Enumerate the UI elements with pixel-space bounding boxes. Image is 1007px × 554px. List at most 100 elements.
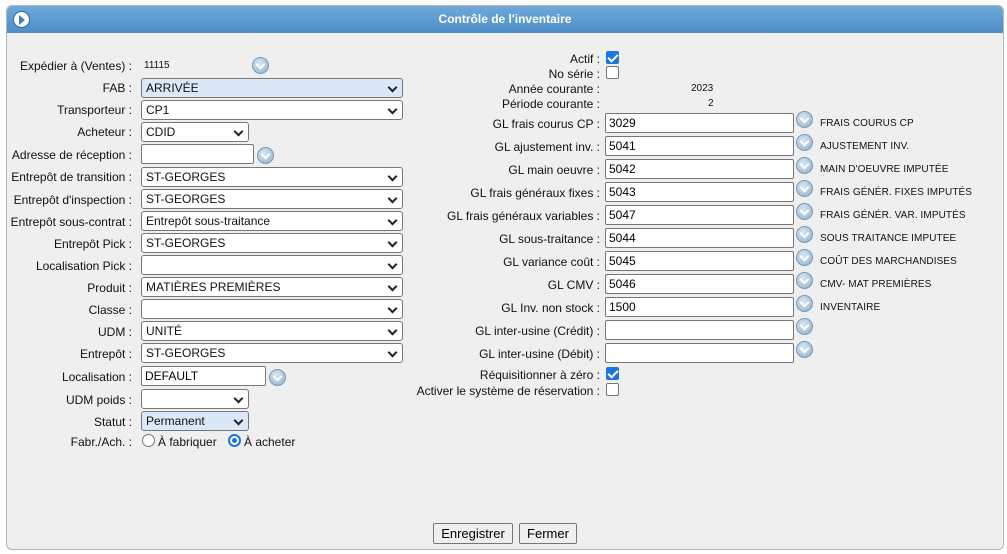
reservation-checkbox[interactable] [606, 383, 619, 396]
gl-label: GL main oeuvre : [508, 163, 600, 177]
entrepot-transition-label: Entrepôt de transition : [11, 170, 132, 184]
acheter-radio[interactable] [228, 434, 241, 447]
gl-inter-usine-credit-lookup-icon[interactable] [796, 318, 813, 335]
entrepot-pick-label: Entrepôt Pick : [53, 237, 132, 251]
gl-label: GL inter-usine (Crédit) : [475, 324, 600, 338]
gl-label: GL frais généraux variables : [447, 209, 600, 223]
localisation-lookup-icon[interactable] [269, 369, 286, 386]
entrepot-label: Entrepôt : [79, 347, 132, 361]
gl-label: GL CMV : [547, 278, 600, 292]
adresse-reception-label: Adresse de réception : [11, 148, 132, 162]
classe-select[interactable] [141, 299, 403, 319]
gl-desc: INVENTAIRE [820, 302, 881, 313]
requisitionner-label: Réquisitionner à zéro : [479, 368, 600, 382]
acheteur-label: Acheteur : [77, 125, 132, 139]
gl-sous-traitance-input[interactable] [605, 228, 794, 248]
gl-ajustement-input[interactable] [605, 136, 794, 156]
gl-label: GL inter-usine (Débit) : [479, 347, 600, 361]
udm-poids-select[interactable] [141, 389, 249, 409]
periode-courante-value: 2 [708, 98, 714, 109]
classe-label: Classe : [88, 303, 132, 317]
gl-ajustement-lookup-icon[interactable] [796, 134, 813, 151]
gl-main-oeuvre-input[interactable] [605, 159, 794, 179]
adresse-reception-input[interactable] [141, 144, 254, 164]
save-button[interactable]: Enregistrer [433, 523, 513, 544]
gl-inter-usine-debit-input[interactable] [605, 343, 794, 363]
gl-inv-non-stock-input[interactable] [605, 297, 794, 317]
entrepot-select[interactable]: ST-GEORGES [141, 343, 403, 363]
periode-courante-label: Période courante : [501, 97, 600, 111]
gl-label: GL frais généraux fixes : [470, 186, 600, 200]
gl-cmv-input[interactable] [605, 274, 794, 294]
produit-select[interactable]: MATIÈRES PREMIÈRES [141, 277, 403, 297]
gl-variance-cout-input[interactable] [605, 251, 794, 271]
expedier-lookup-icon[interactable] [252, 57, 269, 74]
udm-label: UDM : [98, 325, 132, 339]
expedier-label: Expédier à (Ventes) : [19, 59, 132, 73]
statut-select[interactable]: Permanent [141, 411, 249, 431]
reservation-label: Activer le système de réservation : [416, 384, 600, 398]
gl-inter-usine-credit-input[interactable] [605, 320, 794, 340]
acheteur-select[interactable]: CDID [141, 122, 249, 142]
gl-frais-fixes-input[interactable] [605, 182, 794, 202]
entrepot-inspection-label: Entrepôt d'inspection : [13, 193, 132, 207]
chevron-right-circle-icon[interactable] [13, 11, 30, 28]
title-bar: Contrôle de l'inventaire [7, 6, 1003, 33]
requisitionner-checkbox[interactable] [606, 367, 619, 380]
adresse-reception-lookup-icon[interactable] [257, 147, 274, 164]
gl-variance-cout-lookup-icon[interactable] [796, 249, 813, 266]
transporteur-label: Transporteur : [57, 103, 132, 117]
gl-desc: FRAIS GÉNÉR. FIXES IMPUTÉS [820, 187, 973, 198]
transporteur-select[interactable]: CP1 [141, 100, 403, 120]
gl-label: GL Inv. non stock : [501, 301, 600, 315]
fabriquer-radio[interactable] [142, 434, 155, 447]
expedier-value: 11115 [144, 60, 170, 71]
gl-desc: AJUSTEMENT INV. [820, 141, 910, 152]
annee-courante-value: 2023 [691, 83, 714, 94]
no-serie-label: No série : [548, 67, 600, 81]
gl-inv-non-stock-lookup-icon[interactable] [796, 295, 813, 312]
gl-frais-courus-lookup-icon[interactable] [796, 111, 813, 128]
gl-desc: MAIN D'OEUVRE IMPUTÉE [820, 164, 949, 175]
gl-inter-usine-debit-lookup-icon[interactable] [796, 341, 813, 358]
close-button[interactable]: Fermer [519, 523, 577, 544]
entrepot-pick-select[interactable]: ST-GEORGES [141, 233, 403, 253]
gl-frais-variables-input[interactable] [605, 205, 794, 225]
localisation-label: Localisation : [61, 370, 132, 384]
fabriquer-radio-label: À fabriquer [158, 435, 217, 449]
actif-checkbox[interactable] [606, 51, 619, 64]
entrepot-inspection-select[interactable]: ST-GEORGES [141, 189, 403, 209]
dialog-window: Contrôle de l'inventaire Expédier à (Ven… [6, 5, 1004, 550]
gl-frais-courus-input[interactable] [605, 113, 794, 133]
gl-cmv-lookup-icon[interactable] [796, 272, 813, 289]
gl-frais-variables-lookup-icon[interactable] [796, 203, 813, 220]
annee-courante-label: Année courante : [508, 82, 600, 96]
entrepot-sous-contrat-select[interactable]: Entrepôt sous-traitance [141, 211, 403, 231]
fab-select[interactable]: ARRIVÉE [141, 78, 403, 98]
no-serie-checkbox[interactable] [606, 66, 619, 79]
gl-sous-traitance-lookup-icon[interactable] [796, 226, 813, 243]
dialog-title: Contrôle de l'inventaire [438, 12, 572, 26]
gl-desc: COÛT DES MARCHANDISES [820, 256, 957, 267]
statut-label: Statut : [93, 415, 132, 429]
gl-desc: SOUS TRAITANCE IMPUTEE [820, 233, 957, 244]
gl-frais-fixes-lookup-icon[interactable] [796, 180, 813, 197]
udm-poids-label: UDM poids : [65, 393, 132, 407]
produit-label: Produit : [87, 281, 132, 295]
fab-label: FAB : [102, 81, 132, 95]
entrepot-sous-contrat-label: Entrepôt sous-contrat : [10, 215, 132, 229]
localisation-pick-label: Localisation Pick : [35, 259, 132, 273]
gl-desc: CMV- MAT PREMIÈRES [820, 279, 932, 290]
gl-label: GL sous-traitance : [499, 232, 600, 246]
actif-label: Actif : [569, 52, 600, 66]
entrepot-transition-select[interactable]: ST-GEORGES [141, 167, 403, 187]
gl-label: GL ajustement inv. : [494, 140, 600, 154]
udm-select[interactable]: UNITÉ [141, 321, 403, 341]
gl-label: GL variance coût : [503, 255, 600, 269]
localisation-input[interactable] [141, 366, 266, 386]
localisation-pick-select[interactable] [141, 255, 403, 275]
gl-desc: FRAIS COURUS CP [820, 118, 914, 129]
fabr-ach-label: Fabr./Ach. : [70, 435, 132, 449]
gl-main-oeuvre-lookup-icon[interactable] [796, 157, 813, 174]
acheter-radio-label: À acheter [244, 435, 296, 449]
